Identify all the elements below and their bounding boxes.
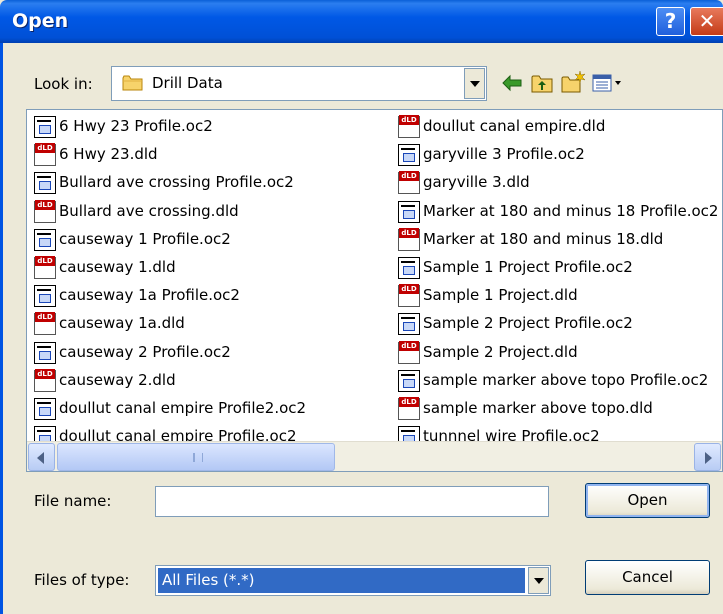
file-name: sample marker above topo.dld — [423, 399, 653, 417]
dld-file-icon — [398, 397, 420, 420]
file-item[interactable]: doullut canal empire.dld — [398, 114, 723, 139]
scroll-thumb[interactable] — [57, 443, 335, 471]
file-name-label: File name: — [34, 492, 112, 510]
oc2-file-icon — [398, 200, 420, 223]
oc2-file-icon — [398, 369, 420, 392]
file-item[interactable]: Marker at 180 and minus 18.dld — [398, 227, 723, 252]
oc2-file-icon — [34, 398, 56, 420]
files-of-type-label: Files of type: — [34, 571, 130, 589]
scroll-right-icon[interactable] — [694, 443, 721, 471]
chevron-down-icon[interactable] — [528, 567, 549, 594]
oc2-file-icon — [34, 172, 56, 195]
dld-file-icon — [34, 256, 56, 279]
chevron-down-icon[interactable] — [464, 68, 485, 99]
file-name: Marker at 180 and minus 18 Profile.oc2 — [423, 201, 719, 220]
file-item[interactable]: causeway 1a.dld — [34, 311, 389, 336]
close-button[interactable]: ✕ — [690, 7, 723, 36]
file-item[interactable]: garyville 3.dld — [398, 170, 723, 195]
help-button[interactable]: ? — [656, 7, 685, 36]
dld-file-icon — [34, 312, 56, 336]
file-name: causeway 1 Profile.oc2 — [59, 229, 231, 248]
open-button[interactable]: Open — [585, 483, 710, 518]
cancel-button[interactable]: Cancel — [585, 560, 710, 595]
dld-file-icon — [398, 115, 420, 138]
file-name-input[interactable] — [155, 486, 549, 517]
oc2-file-icon — [34, 116, 56, 138]
file-name: Sample 1 Project Profile.oc2 — [423, 258, 633, 276]
dld-file-icon — [34, 199, 56, 223]
horizontal-scrollbar[interactable] — [27, 441, 722, 471]
files-of-type-dropdown[interactable]: All Files (*.*) — [155, 565, 551, 596]
file-name: 6 Hwy 23.dld — [59, 145, 158, 164]
file-item[interactable]: Sample 2 Project.dld — [398, 340, 723, 365]
file-name: Sample 2 Project Profile.oc2 — [423, 314, 633, 333]
file-item[interactable]: Sample 2 Project Profile.oc2 — [398, 311, 723, 336]
file-name: Marker at 180 and minus 18.dld — [423, 229, 664, 248]
file-item[interactable]: doullut canal empire Profile2.oc2 — [34, 396, 389, 421]
up-folder-icon[interactable] — [527, 68, 557, 98]
file-item[interactable]: Sample 1 Project Profile.oc2 — [398, 255, 723, 280]
dld-file-icon — [34, 368, 56, 392]
file-name: causeway 2 Profile.oc2 — [59, 342, 231, 361]
dld-file-icon — [398, 340, 420, 364]
look-in-label: Look in: — [34, 75, 93, 93]
file-name: 6 Hwy 23 Profile.oc2 — [59, 117, 213, 135]
file-name: Sample 1 Project.dld — [423, 286, 578, 305]
file-list[interactable]: 6 Hwy 23 Profile.oc2 6 Hwy 23.dld Bullard … — [26, 109, 723, 472]
file-item[interactable]: Sample 1 Project.dld — [398, 283, 723, 308]
file-item[interactable]: garyville 3 Profile.oc2 — [398, 142, 723, 167]
file-item[interactable]: causeway 1a Profile.oc2 — [34, 283, 389, 308]
file-item[interactable]: causeway 2 Profile.oc2 — [34, 340, 389, 365]
oc2-file-icon — [398, 257, 420, 279]
file-item[interactable]: causeway 1 Profile.oc2 — [34, 227, 389, 252]
look-in-value: Drill Data — [152, 74, 223, 92]
file-name: causeway 1a.dld — [59, 314, 185, 333]
back-arrow-icon[interactable] — [497, 68, 527, 98]
file-name: causeway 1.dld — [59, 258, 176, 276]
file-item[interactable]: Bullard ave crossing Profile.oc2 — [34, 170, 389, 195]
file-name: doullut canal empire Profile2.oc2 — [59, 399, 307, 417]
oc2-file-icon — [398, 144, 420, 167]
oc2-file-icon — [34, 285, 56, 308]
look-in-dropdown[interactable]: Drill Data — [111, 66, 487, 101]
file-item[interactable]: Bullard ave crossing.dld — [34, 199, 389, 224]
folder-icon — [122, 75, 143, 91]
window-frame — [0, 43, 3, 614]
scroll-left-icon[interactable] — [28, 443, 55, 471]
new-folder-icon[interactable] — [558, 68, 588, 98]
dld-file-icon — [34, 143, 56, 167]
file-name: garyville 3 Profile.oc2 — [423, 145, 585, 164]
file-name: sample marker above topo Profile.oc2 — [423, 370, 709, 389]
file-item[interactable]: 6 Hwy 23.dld — [34, 142, 389, 167]
file-name: Bullard ave crossing.dld — [59, 201, 239, 220]
oc2-file-icon — [34, 228, 56, 251]
view-menu-icon[interactable] — [590, 68, 626, 98]
window-title: Open — [12, 10, 69, 32]
file-item[interactable]: sample marker above topo.dld — [398, 396, 723, 421]
file-item[interactable]: causeway 2.dld — [34, 368, 389, 393]
file-name: Bullard ave crossing Profile.oc2 — [59, 173, 294, 192]
file-name: doullut canal empire.dld — [423, 117, 606, 135]
file-item[interactable]: sample marker above topo Profile.oc2 — [398, 368, 723, 393]
dld-file-icon — [398, 171, 420, 195]
file-name: causeway 2.dld — [59, 370, 176, 389]
oc2-file-icon — [398, 313, 420, 336]
dld-file-icon — [398, 227, 420, 251]
files-of-type-value: All Files (*.*) — [158, 568, 525, 593]
oc2-file-icon — [34, 341, 56, 364]
file-item[interactable]: 6 Hwy 23 Profile.oc2 — [34, 114, 389, 139]
file-name: Sample 2 Project.dld — [423, 342, 578, 361]
file-item[interactable]: causeway 1.dld — [34, 255, 389, 280]
file-name: garyville 3.dld — [423, 173, 530, 192]
title-bar[interactable]: Open ? ✕ — [0, 0, 723, 43]
file-name: causeway 1a Profile.oc2 — [59, 286, 240, 305]
dld-file-icon — [398, 284, 420, 308]
file-item[interactable]: Marker at 180 and minus 18 Profile.oc2 — [398, 199, 723, 224]
